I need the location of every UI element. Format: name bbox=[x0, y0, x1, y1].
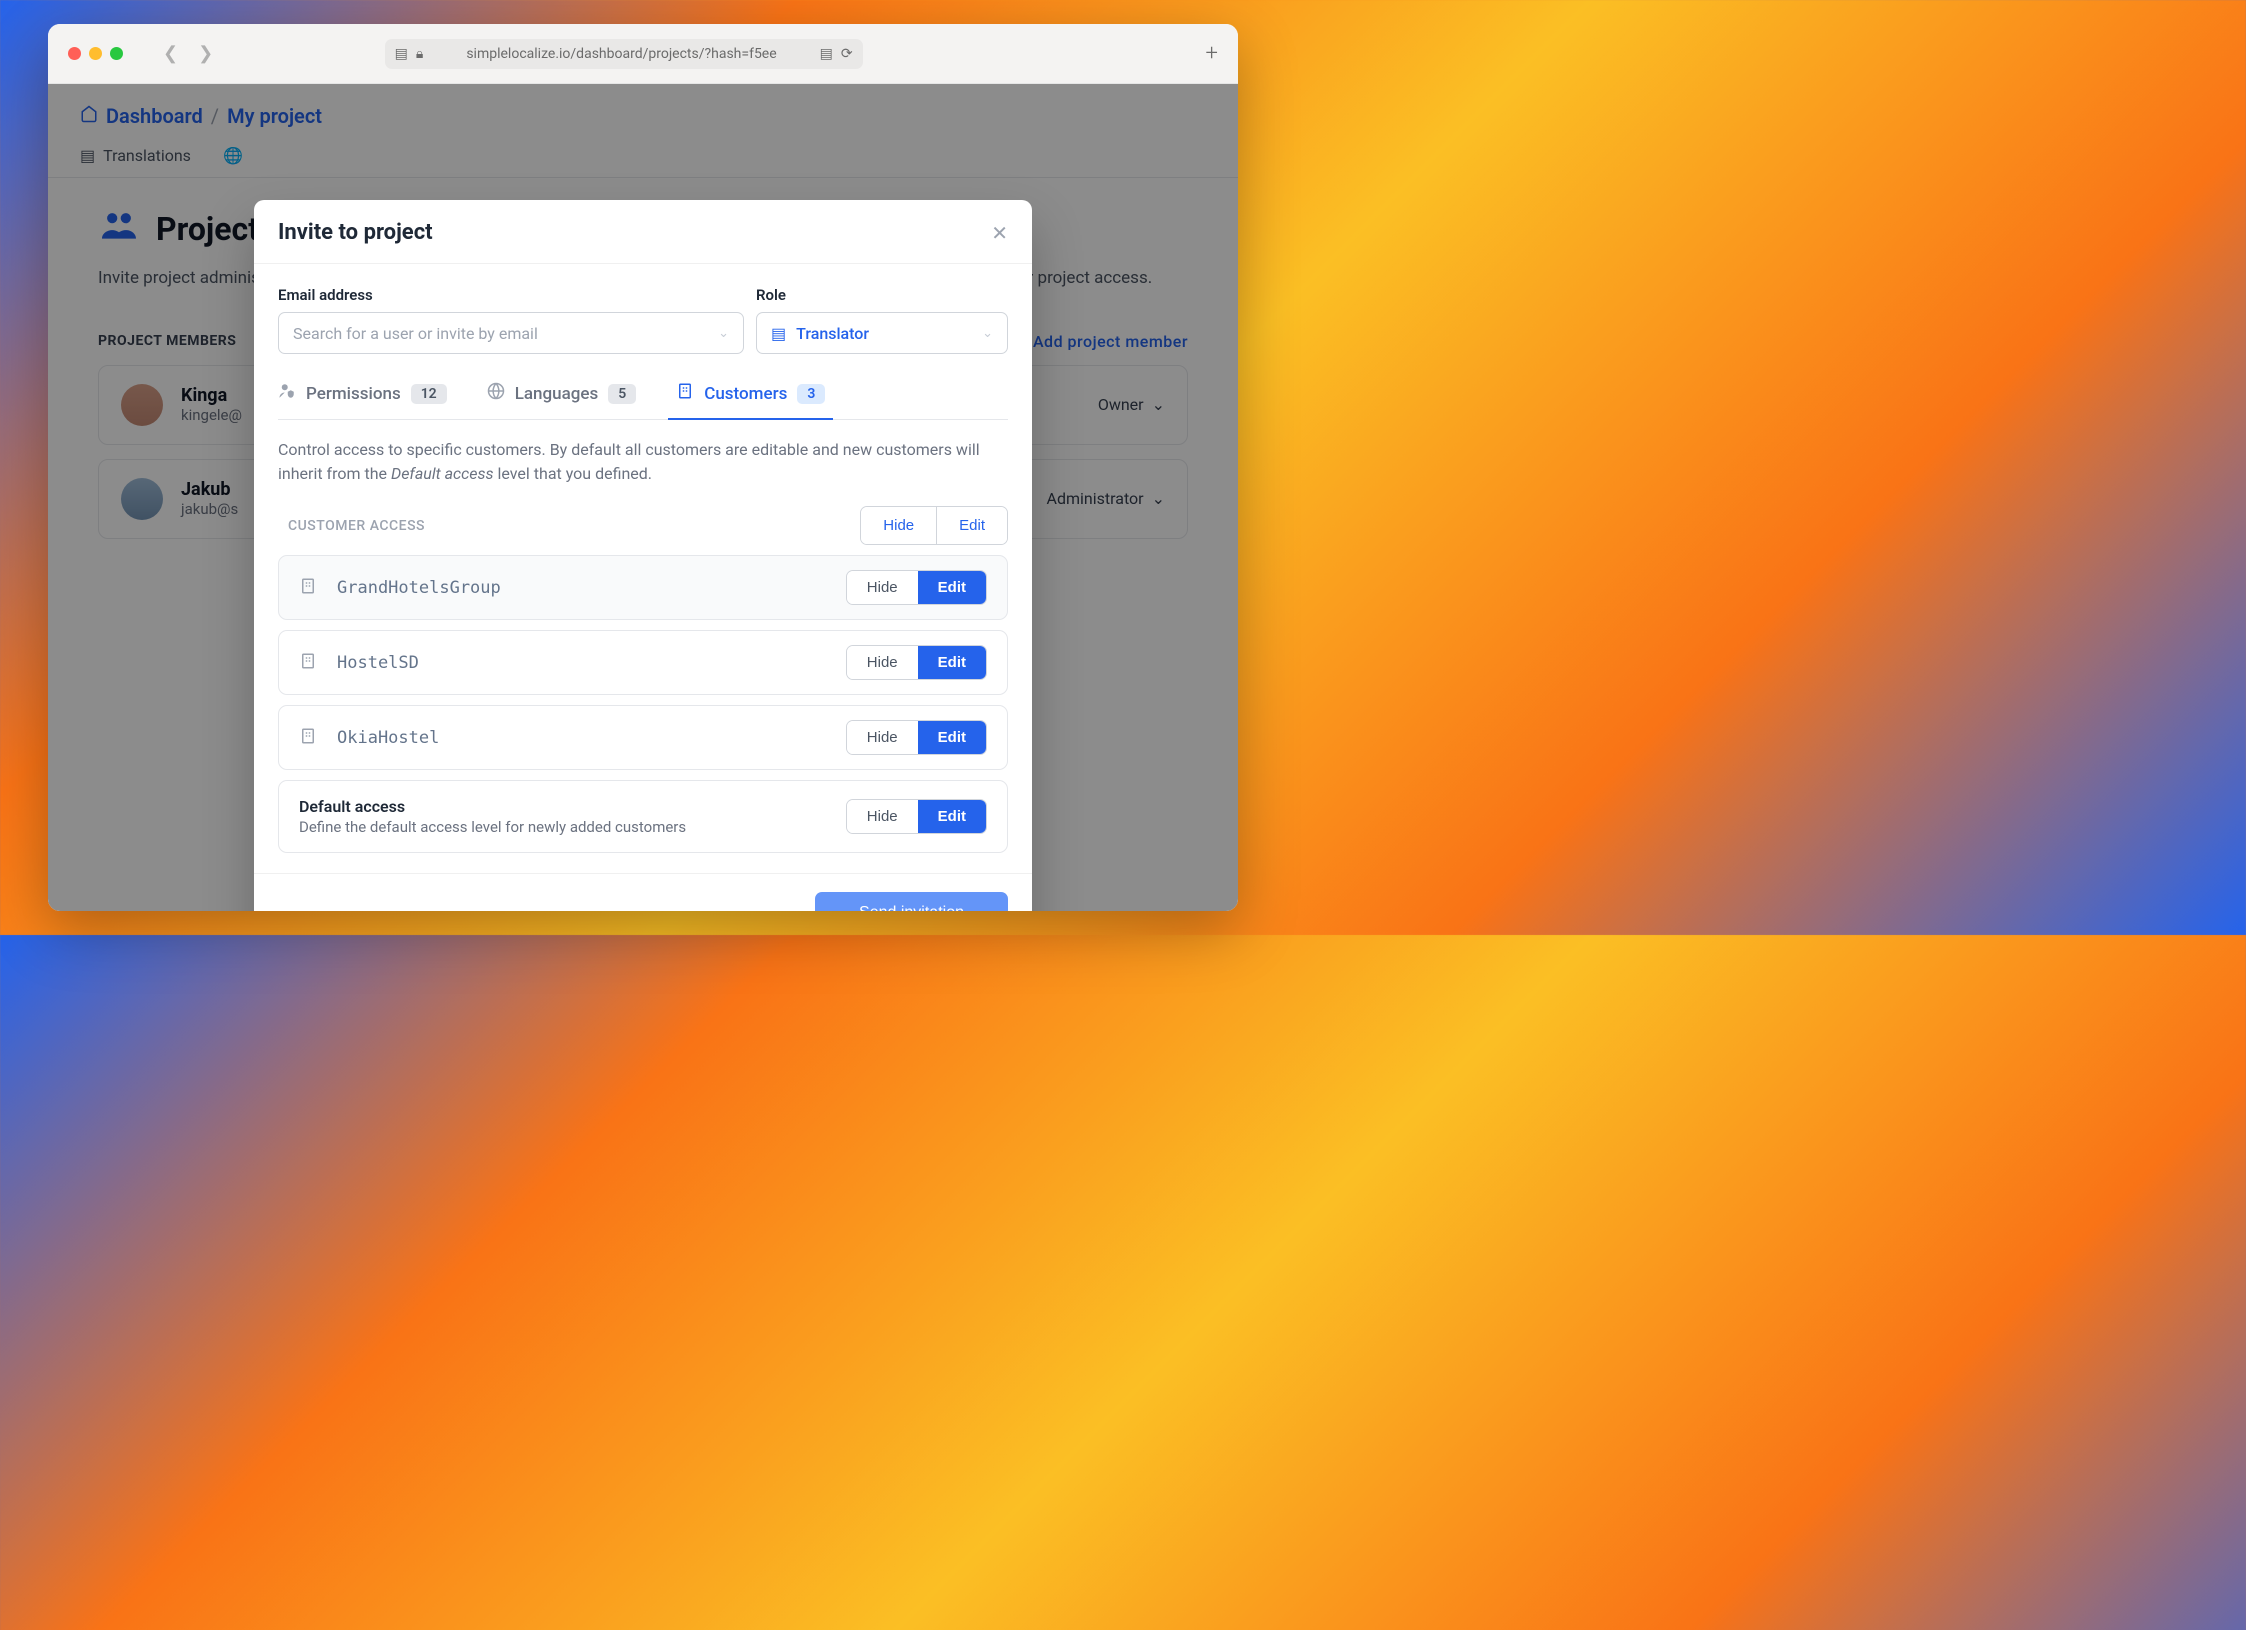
email-placeholder: Search for a user or invite by email bbox=[293, 324, 708, 343]
forward-button[interactable]: ❯ bbox=[198, 43, 213, 64]
page-content: Dashboard / My project ▤ Translations 🌐 … bbox=[48, 84, 1238, 911]
tab-permissions-count: 12 bbox=[411, 384, 447, 404]
back-button[interactable]: ❮ bbox=[163, 43, 178, 64]
tab-customers-count: 3 bbox=[797, 384, 825, 404]
row-hide-button[interactable]: Hide bbox=[847, 721, 918, 754]
customer-name: OkiaHostel bbox=[337, 728, 826, 748]
maximize-window-button[interactable] bbox=[110, 47, 123, 60]
new-tab-button[interactable]: + bbox=[1206, 41, 1218, 66]
default-access-desc: Define the default access level for newl… bbox=[299, 818, 826, 836]
globe-icon bbox=[487, 382, 505, 405]
tab-languages-count: 5 bbox=[608, 384, 636, 404]
modal-title: Invite to project bbox=[278, 220, 433, 245]
row-edit-button[interactable]: Edit bbox=[918, 721, 986, 754]
customer-row: HostelSD Hide Edit bbox=[278, 630, 1008, 695]
tab-customers-label: Customers bbox=[704, 384, 787, 404]
close-icon[interactable]: ✕ bbox=[991, 221, 1008, 245]
row-hide-button[interactable]: Hide bbox=[847, 646, 918, 679]
building-icon bbox=[299, 727, 317, 749]
customer-row: GrandHotelsGroup Hide Edit bbox=[278, 555, 1008, 620]
translate-icon: ▤ bbox=[771, 324, 786, 343]
role-label: Role bbox=[756, 286, 1008, 304]
default-access-row: Default access Define the default access… bbox=[278, 780, 1008, 853]
tab-languages-label: Languages bbox=[515, 384, 599, 404]
tab-customers[interactable]: Customers 3 bbox=[676, 382, 825, 419]
building-icon bbox=[299, 652, 317, 674]
send-invitation-button[interactable]: Send invitation bbox=[815, 892, 1008, 911]
lock-icon: 🔒︎ bbox=[416, 46, 423, 62]
traffic-lights bbox=[68, 47, 123, 60]
chevron-down-icon: ⌄ bbox=[982, 326, 993, 341]
customer-name: HostelSD bbox=[337, 653, 826, 673]
row-edit-button[interactable]: Edit bbox=[918, 571, 986, 604]
default-access-title: Default access bbox=[299, 797, 826, 816]
user-shield-icon bbox=[278, 382, 296, 405]
header-edit-button[interactable]: Edit bbox=[936, 507, 1007, 544]
close-window-button[interactable] bbox=[68, 47, 81, 60]
minimize-window-button[interactable] bbox=[89, 47, 102, 60]
address-bar[interactable]: ▤ 🔒︎ simplelocalize.io/dashboard/project… bbox=[385, 39, 863, 69]
titlebar: ❮ ❯ ▤ 🔒︎ simplelocalize.io/dashboard/pro… bbox=[48, 24, 1238, 84]
header-action-group: Hide Edit bbox=[860, 506, 1008, 545]
building-icon bbox=[299, 577, 317, 599]
customer-access-label: CUSTOMER ACCESS bbox=[278, 518, 425, 534]
role-select[interactable]: ▤ Translator ⌄ bbox=[756, 312, 1008, 354]
reload-icon[interactable]: ⟳ bbox=[841, 46, 853, 62]
row-edit-button[interactable]: Edit bbox=[918, 646, 986, 679]
role-value: Translator bbox=[796, 324, 972, 343]
tab-permissions-label: Permissions bbox=[306, 384, 401, 404]
customer-row: OkiaHostel Hide Edit bbox=[278, 705, 1008, 770]
email-input[interactable]: Search for a user or invite by email ⌄ bbox=[278, 312, 744, 354]
reader-icon: ▤ bbox=[395, 46, 408, 62]
default-hide-button[interactable]: Hide bbox=[847, 800, 918, 833]
url-text: simplelocalize.io/dashboard/projects/?ha… bbox=[431, 46, 811, 62]
invite-modal: Invite to project ✕ Email address Search… bbox=[254, 200, 1032, 911]
tab-languages[interactable]: Languages 5 bbox=[487, 382, 637, 419]
header-hide-button[interactable]: Hide bbox=[861, 507, 936, 544]
translate-icon[interactable]: ▤ bbox=[820, 46, 833, 62]
default-edit-button[interactable]: Edit bbox=[918, 800, 986, 833]
chevron-down-icon: ⌄ bbox=[718, 326, 729, 341]
help-text: Control access to specific customers. By… bbox=[278, 438, 1008, 486]
tab-permissions[interactable]: Permissions 12 bbox=[278, 382, 447, 419]
row-hide-button[interactable]: Hide bbox=[847, 571, 918, 604]
customer-name: GrandHotelsGroup bbox=[337, 578, 826, 598]
email-label: Email address bbox=[278, 286, 744, 304]
building-icon bbox=[676, 382, 694, 405]
modal-tabs: Permissions 12 Languages 5 bbox=[278, 382, 1008, 420]
browser-window: ❮ ❯ ▤ 🔒︎ simplelocalize.io/dashboard/pro… bbox=[48, 24, 1238, 911]
modal-overlay[interactable]: Invite to project ✕ Email address Search… bbox=[48, 84, 1238, 911]
